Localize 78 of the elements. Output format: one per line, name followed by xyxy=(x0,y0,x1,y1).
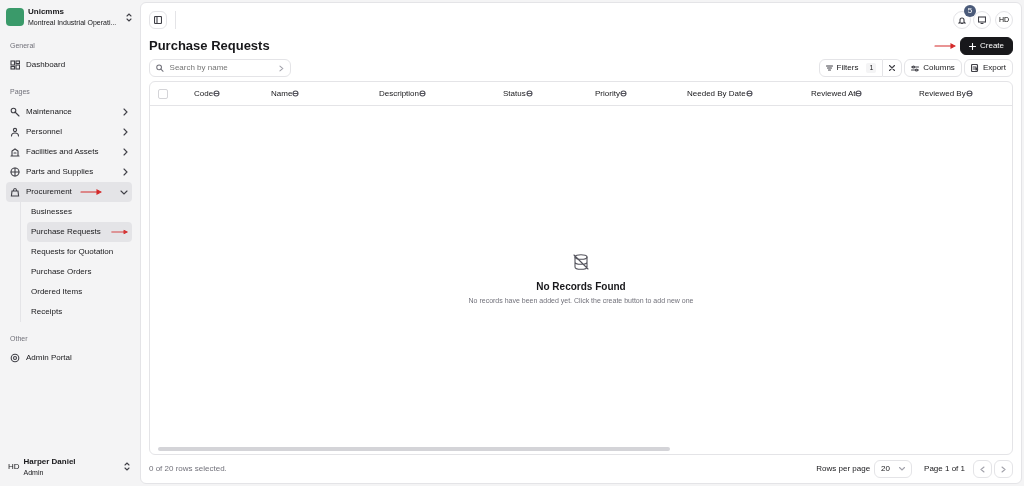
display-button[interactable] xyxy=(973,11,991,29)
column-header[interactable]: Reviewed At xyxy=(811,87,856,100)
column-header[interactable]: Description xyxy=(379,87,419,100)
user-name: Harper Daniel xyxy=(23,455,77,468)
nav-subitem[interactable]: Ordered Items xyxy=(27,281,132,302)
crossed-database-icon xyxy=(572,253,590,272)
page-indicator: Page 1 of 1 xyxy=(924,463,965,475)
sidebar-toggle-button[interactable] xyxy=(149,11,167,29)
nav-item[interactable]: Dashboard xyxy=(6,55,132,75)
create-button[interactable]: Create xyxy=(960,37,1013,55)
monitor-icon xyxy=(978,16,986,24)
nav-item[interactable]: Personnel xyxy=(6,121,132,142)
filter-icon xyxy=(825,65,833,71)
nav-item[interactable]: Facilities and Assets xyxy=(6,141,132,162)
nav-subitem[interactable]: Receipts xyxy=(27,301,132,322)
column-header[interactable]: Needed By Date xyxy=(687,87,746,100)
nav-subitem[interactable]: Businesses xyxy=(27,201,132,222)
people-icon xyxy=(10,126,20,137)
column-header[interactable]: Reviewed By xyxy=(919,87,966,100)
nav-item[interactable]: Admin Portal xyxy=(6,348,132,368)
updown-chevron-icon xyxy=(124,462,130,472)
chevron-down-icon xyxy=(899,467,906,471)
sort-icon xyxy=(855,90,863,97)
annotation-arrow xyxy=(110,228,128,235)
sort-icon xyxy=(525,90,533,97)
export-icon xyxy=(970,64,979,72)
chevron-right-icon xyxy=(279,64,284,72)
user-initials: HD xyxy=(8,460,20,473)
notifications-button[interactable] xyxy=(953,11,971,29)
nav-item[interactable]: Maintenance xyxy=(6,101,132,122)
empty-title: No Records Found xyxy=(536,280,626,295)
workspace-name: Unicmms xyxy=(28,6,65,18)
chevron-right-icon xyxy=(122,107,128,116)
grid-icon xyxy=(10,60,20,70)
rows-per-page-label: Rows per page xyxy=(816,463,871,475)
sort-icon xyxy=(292,90,300,97)
updown-chevron-icon xyxy=(126,12,132,22)
chevron-right-icon xyxy=(1001,465,1006,473)
selection-count: 0 of 20 rows selected. xyxy=(149,463,227,475)
chevron-right-icon xyxy=(122,147,128,156)
nav-subitem[interactable]: Purchase Orders xyxy=(27,261,132,282)
nav-item[interactable]: Procurement xyxy=(6,181,132,202)
wrench-icon xyxy=(10,106,20,117)
page-title: Purchase Requests xyxy=(149,38,270,54)
bell-icon xyxy=(958,16,966,24)
sort-icon xyxy=(965,90,973,97)
select-all-checkbox[interactable] xyxy=(158,88,168,99)
search-field[interactable]: Search by name xyxy=(149,59,291,77)
column-header[interactable]: Code xyxy=(194,87,214,100)
column-header[interactable]: Priority xyxy=(595,87,620,100)
plus-icon xyxy=(969,42,976,50)
notification-count: 5 xyxy=(964,5,976,17)
sort-icon xyxy=(213,90,221,97)
panel-icon xyxy=(154,16,162,24)
bag-icon xyxy=(10,186,20,197)
horizontal-scrollbar[interactable] xyxy=(158,447,670,451)
columns-button[interactable]: Columns xyxy=(904,59,962,77)
nav-subitem[interactable]: Requests for Quotation xyxy=(27,241,132,262)
chevron-right-icon xyxy=(122,127,128,136)
chevron-down-icon xyxy=(120,188,128,195)
clear-filters-button[interactable] xyxy=(883,59,903,77)
nav-subitem[interactable]: Purchase Requests xyxy=(27,221,132,242)
close-icon xyxy=(889,65,896,71)
column-header[interactable]: Status xyxy=(503,87,526,100)
column-header[interactable]: Name xyxy=(271,87,293,100)
building-icon xyxy=(10,146,20,157)
logo-icon xyxy=(6,8,24,27)
annotation-arrow xyxy=(79,188,102,195)
chevron-left-icon xyxy=(980,465,985,473)
search-icon xyxy=(156,64,164,72)
sort-icon xyxy=(619,90,627,97)
export-button[interactable]: Export xyxy=(963,59,1013,77)
sort-icon xyxy=(745,90,753,97)
sort-icon xyxy=(419,90,426,97)
chevron-right-icon xyxy=(122,167,128,176)
nav-item[interactable]: Parts and Supplies xyxy=(6,161,132,182)
sliders-icon xyxy=(911,64,920,72)
rows-per-page-select[interactable]: 20 xyxy=(874,460,913,478)
